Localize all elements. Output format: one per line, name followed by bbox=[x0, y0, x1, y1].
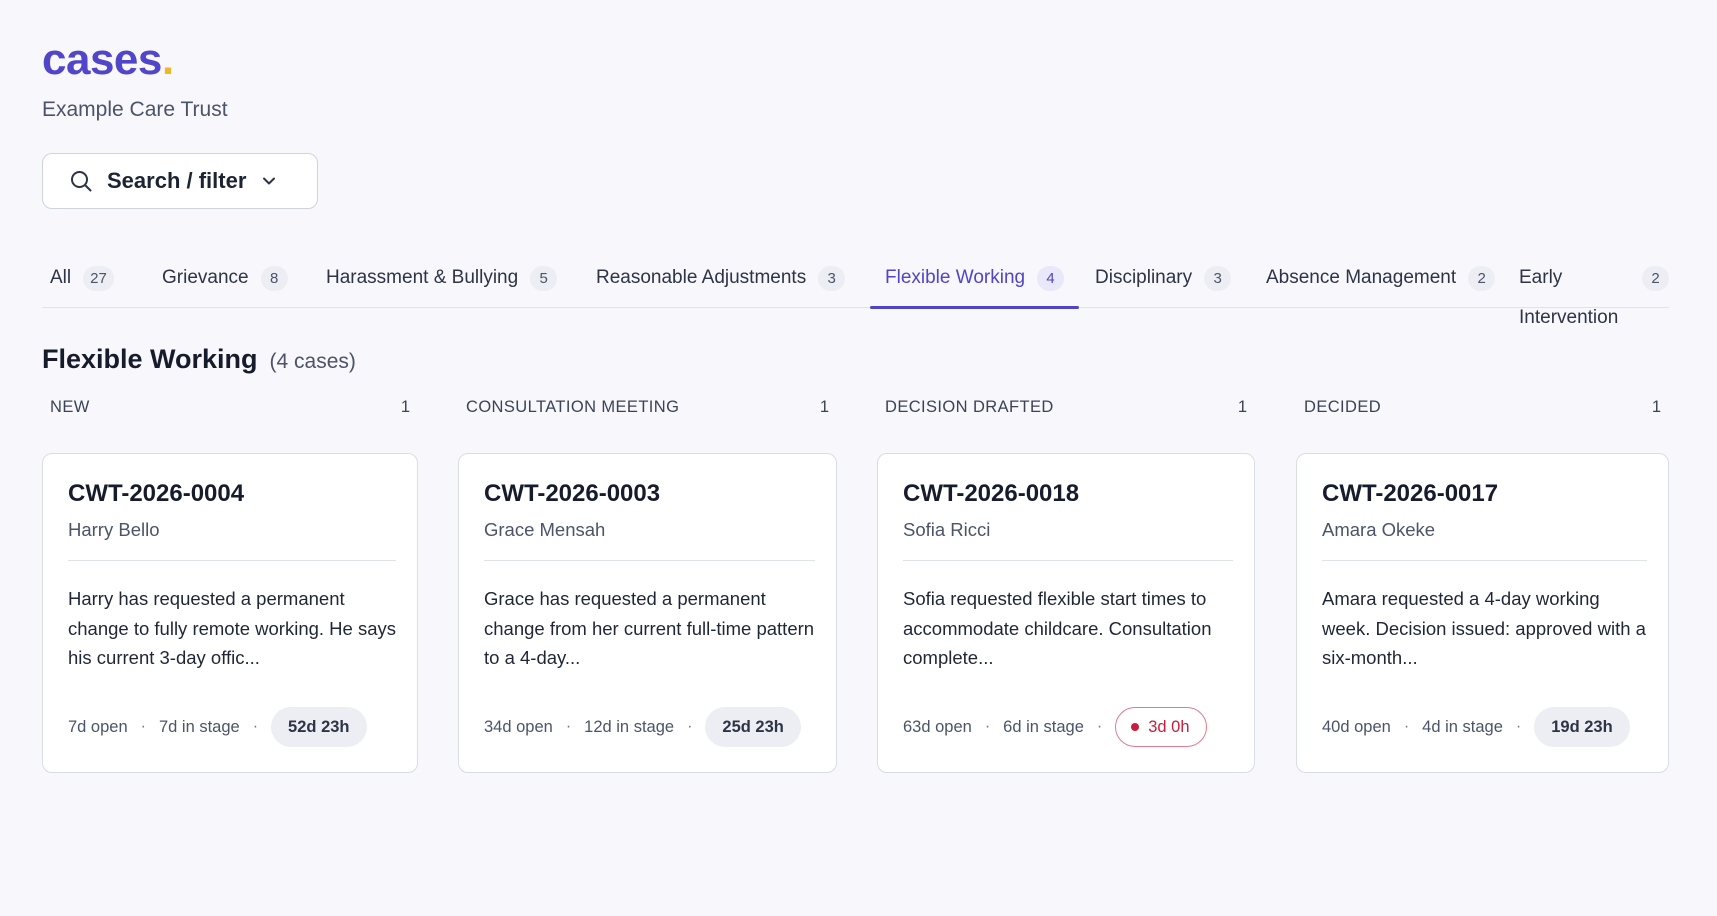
tab-all[interactable]: All 27 bbox=[50, 258, 114, 308]
case-description: Grace has requested a permanent change f… bbox=[484, 588, 815, 668]
category-tabs: All 27 Grievance 8 Harassment & Bullying… bbox=[42, 258, 1669, 328]
tab-disciplinary[interactable]: Disciplinary 3 bbox=[1095, 258, 1232, 308]
case-person: Harry Bello bbox=[68, 519, 160, 540]
case-person: Sofia Ricci bbox=[903, 519, 991, 540]
tab-absence-management[interactable]: Absence Management 2 bbox=[1266, 258, 1496, 308]
alert-dot-icon bbox=[1131, 723, 1140, 731]
case-card[interactable]: CWT-2026-0017 Amara Okeke Amara requeste… bbox=[1296, 453, 1669, 773]
case-card[interactable]: CWT-2026-0004 Harry Bello Harry has requ… bbox=[42, 453, 418, 773]
case-id: CWT-2026-0004 bbox=[68, 480, 245, 507]
tab-harassment-bullying[interactable]: Harassment & Bullying 5 bbox=[326, 258, 558, 308]
card-divider bbox=[484, 560, 815, 561]
card-divider bbox=[903, 560, 1233, 561]
stage-column-decision-drafted: DECISION DRAFTED 1 CWT-2026-0018 Sofia R… bbox=[877, 398, 1255, 773]
card-divider bbox=[68, 560, 396, 561]
days-open: 63d open bbox=[903, 717, 972, 736]
brand-wordmark: cases bbox=[42, 35, 162, 84]
timer-value: 3d 0h bbox=[1148, 717, 1190, 736]
days-in-stage: 4d in stage bbox=[1422, 717, 1503, 736]
tab-label: Disciplinary bbox=[1095, 267, 1193, 288]
organization-name: Example Care Trust bbox=[42, 98, 228, 121]
stage-column-consultation-meeting: CONSULTATION MEETING 1 CWT-2026-0003 Gra… bbox=[458, 398, 837, 773]
tab-label: Harassment & Bullying bbox=[326, 267, 519, 288]
case-id: CWT-2026-0017 bbox=[1322, 480, 1499, 507]
case-card[interactable]: CWT-2026-0018 Sofia Ricci Sofia requeste… bbox=[877, 453, 1255, 773]
tab-label: Grievance bbox=[162, 267, 249, 288]
tab-count-badge: 8 bbox=[260, 266, 288, 291]
time-remaining-badge: 25d 23h bbox=[705, 707, 801, 747]
stage-column-header: NEW 1 bbox=[42, 398, 418, 422]
tab-label: All bbox=[50, 267, 72, 288]
brand-dot: . bbox=[161, 35, 174, 84]
tab-label: Reasonable Adjustments bbox=[596, 267, 807, 288]
case-meta: 63d open · 6d in stage · 3d 0h bbox=[903, 707, 1207, 747]
tab-label: Absence Management bbox=[1266, 267, 1457, 288]
tab-early-intervention[interactable]: Early Intervention 2 bbox=[1519, 258, 1669, 328]
meta-separator: · bbox=[252, 718, 259, 735]
overdue-timer-badge: 3d 0h bbox=[1115, 707, 1207, 747]
tab-grievance[interactable]: Grievance 8 bbox=[162, 258, 288, 308]
meta-separator: · bbox=[1403, 718, 1410, 735]
case-meta: 34d open · 12d in stage · 25d 23h bbox=[484, 707, 801, 747]
days-open: 7d open bbox=[68, 717, 128, 736]
tab-label: Early Intervention bbox=[1519, 267, 1619, 328]
case-meta: 7d open · 7d in stage · 52d 23h bbox=[68, 707, 367, 747]
tab-count-badge: 5 bbox=[530, 266, 558, 291]
stage-name: CONSULTATION MEETING bbox=[466, 398, 680, 416]
case-person: Amara Okeke bbox=[1322, 519, 1436, 540]
stage-name: DECIDED bbox=[1304, 398, 1382, 416]
stage-count: 1 bbox=[819, 398, 829, 416]
case-id: CWT-2026-0018 bbox=[903, 480, 1080, 507]
time-remaining-badge: 19d 23h bbox=[1534, 707, 1630, 747]
stage-column-header: DECISION DRAFTED 1 bbox=[877, 398, 1255, 422]
search-filter-button[interactable]: Search / filter bbox=[42, 153, 318, 209]
stage-count: 1 bbox=[1237, 398, 1247, 416]
search-filter-label: Search / filter bbox=[107, 168, 247, 193]
tab-count-badge: 3 bbox=[818, 266, 846, 291]
tab-count-badge: 2 bbox=[1468, 266, 1496, 291]
meta-separator: · bbox=[687, 718, 693, 735]
case-description: Sofia requested flexible start times to … bbox=[903, 588, 1212, 668]
tab-label: Flexible Working bbox=[885, 267, 1026, 288]
section-case-count: (4 cases) bbox=[269, 350, 356, 373]
case-person: Grace Mensah bbox=[484, 519, 606, 540]
tab-count-badge: 4 bbox=[1037, 266, 1065, 291]
card-divider bbox=[1322, 560, 1647, 561]
section-title: Flexible Working bbox=[42, 344, 258, 374]
case-meta: 40d open · 4d in stage · 19d 23h bbox=[1322, 707, 1630, 747]
chevron-down-icon bbox=[260, 172, 278, 190]
stage-column-header: DECIDED 1 bbox=[1296, 398, 1669, 422]
meta-separator: · bbox=[984, 718, 991, 735]
section-heading: Flexible Working (4 cases) bbox=[42, 344, 356, 375]
days-open: 40d open bbox=[1322, 717, 1391, 736]
tab-count-badge: 3 bbox=[1204, 266, 1232, 291]
tab-count-badge: 2 bbox=[1642, 266, 1669, 291]
meta-separator: · bbox=[140, 718, 146, 735]
case-description: Harry has requested a permanent change t… bbox=[68, 588, 397, 668]
days-in-stage: 6d in stage bbox=[1003, 717, 1084, 736]
stage-column-decided: DECIDED 1 CWT-2026-0017 Amara Okeke Amar… bbox=[1296, 398, 1669, 773]
days-in-stage: 7d in stage bbox=[158, 717, 240, 736]
days-in-stage: 12d in stage bbox=[584, 717, 675, 736]
stage-column-new: NEW 1 CWT-2026-0004 Harry Bello Harry ha… bbox=[42, 398, 418, 773]
search-icon bbox=[69, 169, 93, 193]
tab-reasonable-adjustments[interactable]: Reasonable Adjustments 3 bbox=[596, 258, 846, 308]
tab-count-badge: 27 bbox=[83, 266, 114, 291]
meta-separator: · bbox=[565, 718, 572, 735]
meta-separator: · bbox=[1515, 718, 1522, 735]
stage-name: DECISION DRAFTED bbox=[885, 398, 1054, 416]
stage-column-header: CONSULTATION MEETING 1 bbox=[458, 398, 837, 422]
tab-flexible-working[interactable]: Flexible Working 4 bbox=[869, 258, 1080, 309]
stage-count: 1 bbox=[400, 398, 410, 416]
days-open: 34d open bbox=[484, 717, 553, 736]
case-description: Amara requested a 4-day working week. De… bbox=[1322, 588, 1646, 668]
brand-logo[interactable]: cases. bbox=[42, 38, 174, 82]
time-remaining-badge: 52d 23h bbox=[271, 707, 367, 747]
stage-count: 1 bbox=[1651, 398, 1661, 416]
case-card[interactable]: CWT-2026-0003 Grace Mensah Grace has req… bbox=[458, 453, 837, 773]
meta-separator: · bbox=[1096, 718, 1103, 735]
case-id: CWT-2026-0003 bbox=[484, 480, 661, 507]
stage-name: NEW bbox=[50, 398, 90, 416]
